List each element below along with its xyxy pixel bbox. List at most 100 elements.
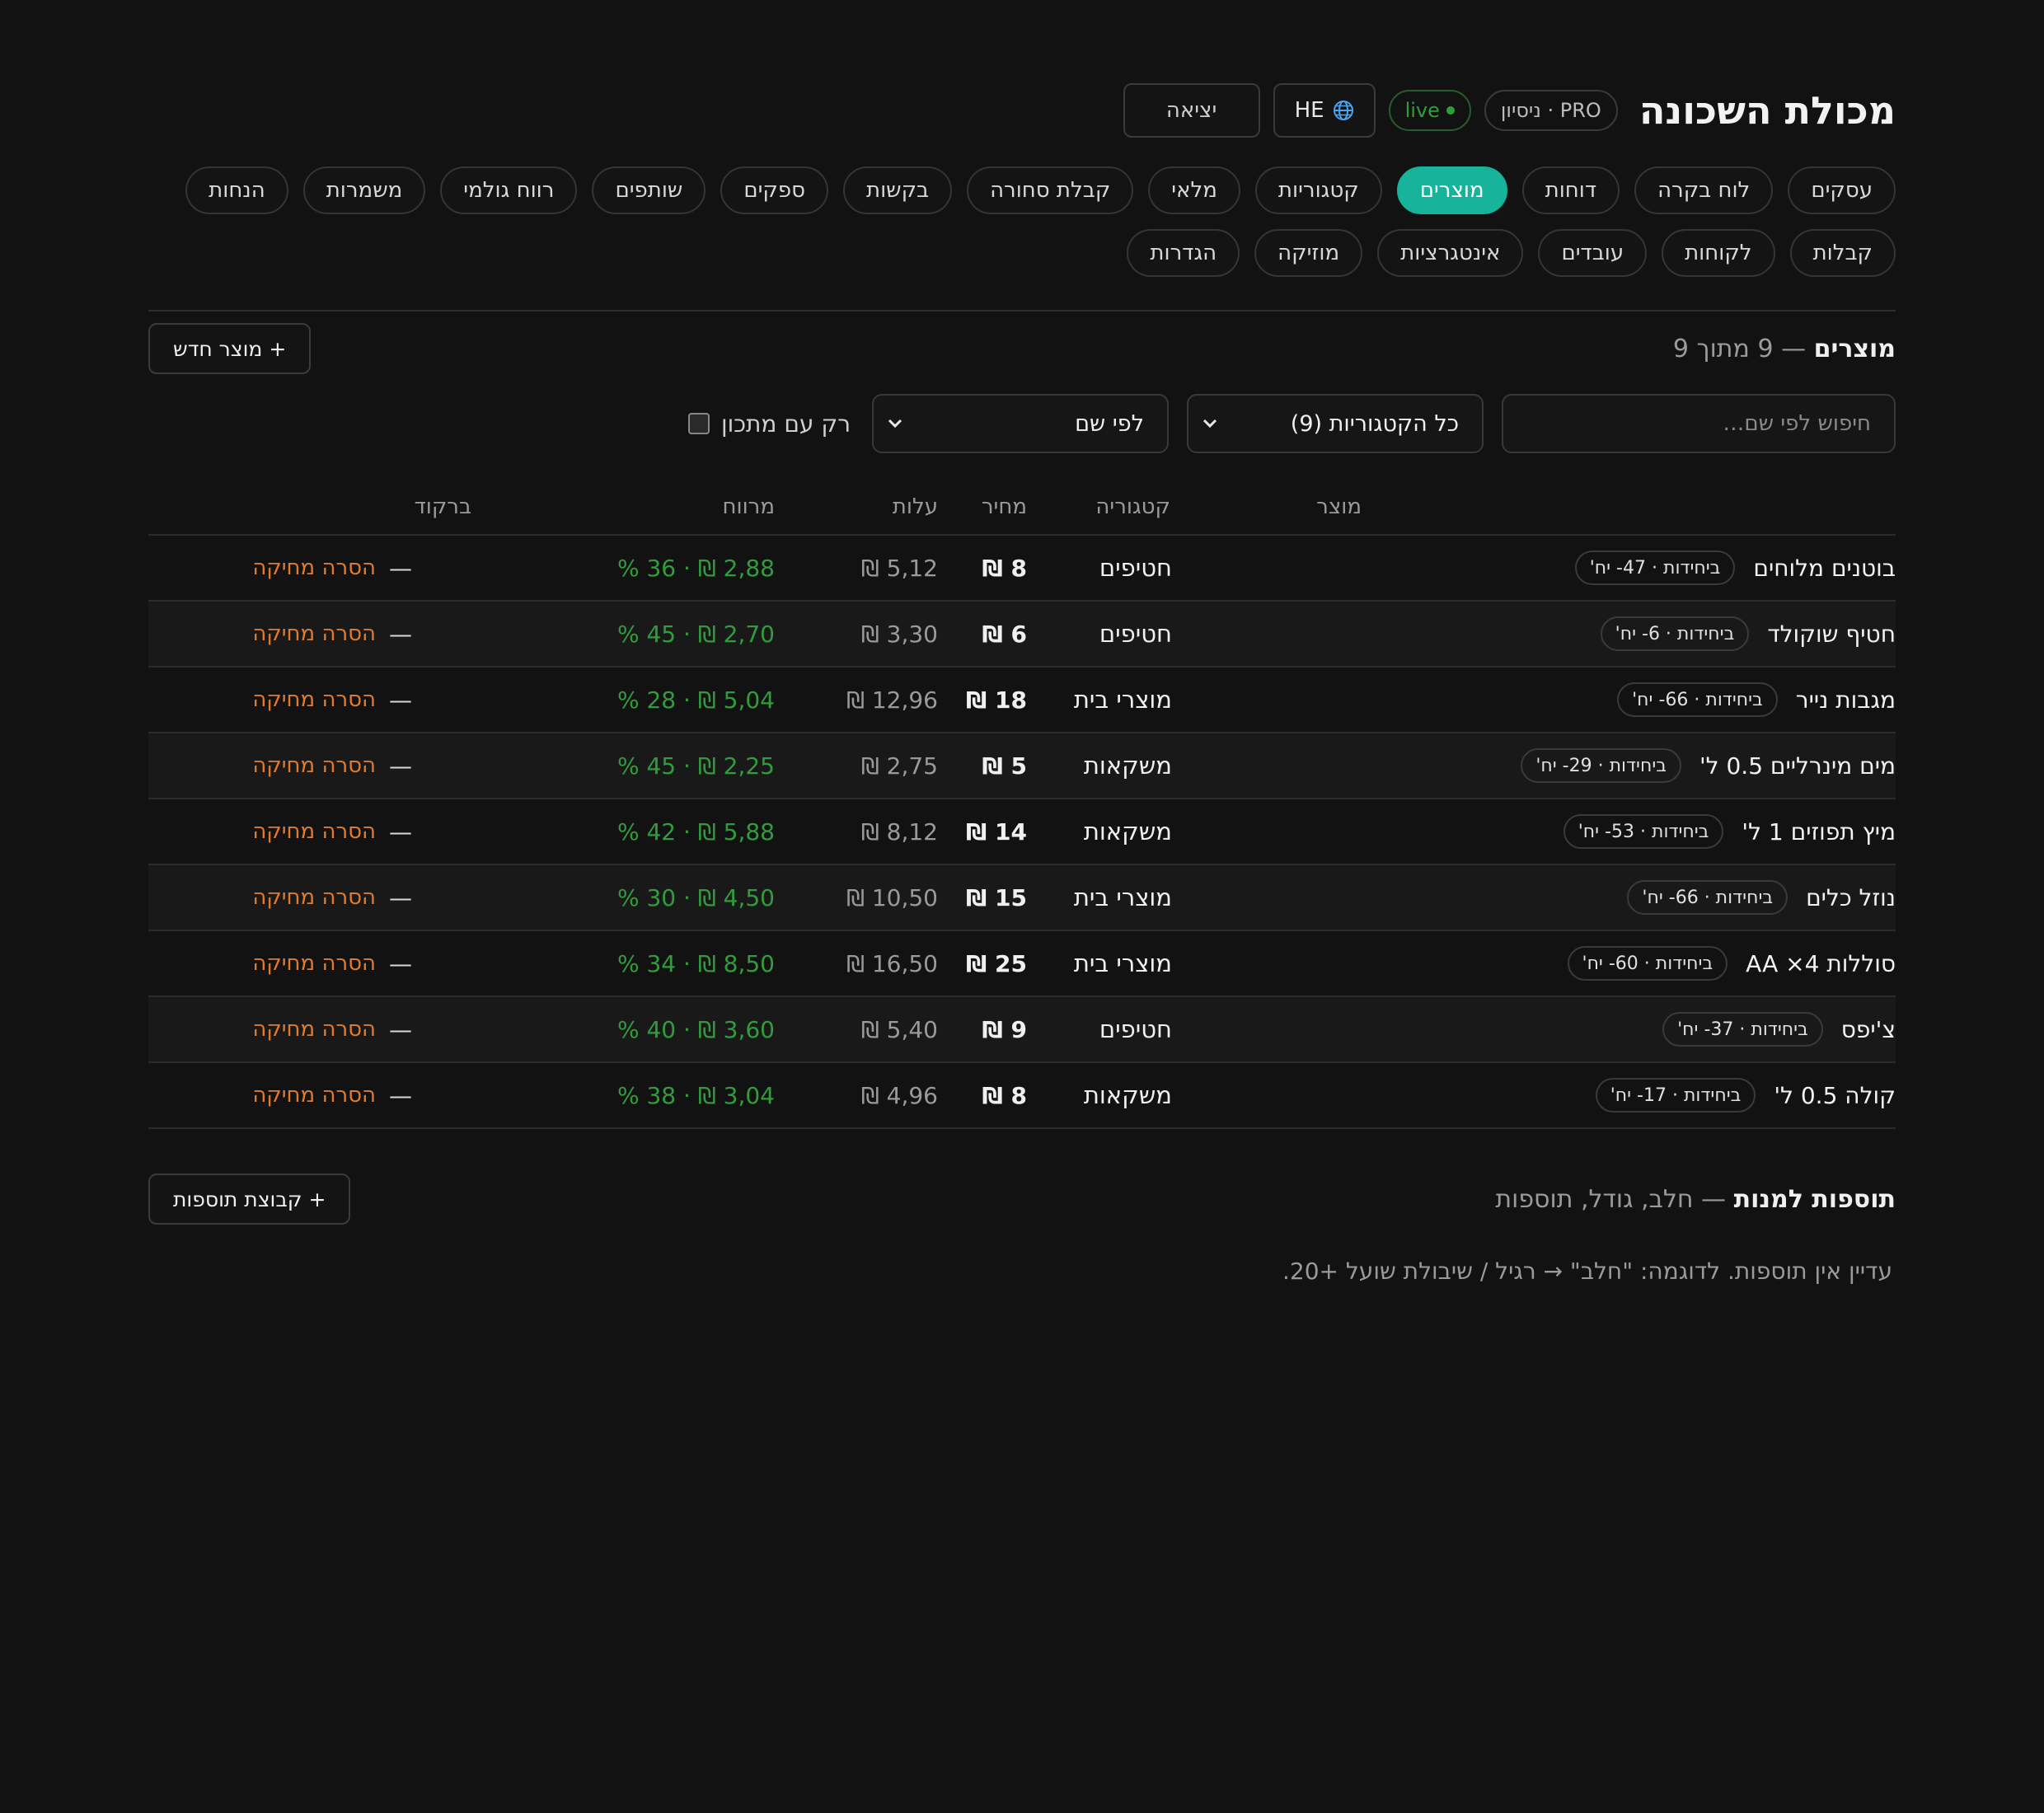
remove-delete-link[interactable]: הסרה מחיקה — [252, 799, 376, 864]
remove-delete-link[interactable]: הסרה מחיקה — [252, 733, 376, 798]
only-recipe-filter[interactable]: רק עם מתכון — [687, 410, 851, 438]
nav-item[interactable]: ספקים — [720, 166, 828, 214]
new-addon-group-button[interactable]: + קבוצת תוספות — [148, 1174, 351, 1225]
product-name-cell: מיץ תפוזים 1 ל' ביחידות · 53- יח' — [1563, 799, 1896, 864]
category-cell: משקאות — [1083, 752, 1172, 780]
new-product-button[interactable]: + מוצר חדש — [148, 323, 312, 374]
cost-cell: 12,96 ₪ — [846, 686, 938, 714]
language-label: HE — [1294, 98, 1324, 123]
remove-delete-link[interactable]: הסרה מחיקה — [252, 602, 376, 666]
products-filters: כל הקטגוריות (9) לפי שם רק עם מתכון — [687, 394, 1896, 453]
search-input[interactable] — [1525, 410, 1873, 437]
product-name: חטיף שוקולד — [1767, 620, 1896, 648]
remove-delete-link[interactable]: הסרה מחיקה — [252, 997, 376, 1061]
products-count: — 9 מתוך 9 — [1672, 334, 1807, 363]
cost-cell: 2,75 ₪ — [860, 752, 938, 780]
chevron-down-icon — [887, 418, 903, 429]
table-row[interactable]: חטיף שוקולד ביחידות · 6- יח' חטיפים 6 ₪ 3,30… — [148, 602, 1896, 668]
nav-item[interactable]: לקוחות — [1662, 229, 1775, 277]
nav-item[interactable]: עובדים — [1538, 229, 1648, 277]
products-title: מוצרים — [1813, 334, 1896, 363]
price-cell: 8 ₪ — [982, 554, 1027, 582]
product-name-cell: נוזל כלים ביחידות · 66- יח' — [1627, 865, 1896, 930]
unit-badge: ביחידות · 66- יח' — [1617, 682, 1778, 717]
product-name: סוללות AA ×4 — [1746, 949, 1896, 977]
column-header-barcode: ברקוד — [414, 494, 471, 519]
remove-delete-link[interactable]: הסרה מחיקה — [252, 931, 376, 996]
nav-item[interactable]: מוזיקה — [1254, 229, 1363, 277]
sort-select[interactable]: לפי שם — [872, 394, 1169, 453]
globe-icon — [1333, 100, 1354, 121]
column-header-product: מוצר — [1316, 494, 1362, 519]
remove-delete-label: הסרה מחיקה — [252, 621, 376, 646]
category-select[interactable]: כל הקטגוריות (9) — [1187, 394, 1484, 453]
remove-delete-link[interactable]: הסרה מחיקה — [252, 536, 376, 600]
margin-cell: 2,70 ₪ · 45 % — [616, 620, 775, 648]
table-row[interactable]: מים מינרליים 0.5 ל' ביחידות · 29- יח' משקא… — [148, 733, 1896, 799]
nav-item[interactable]: בקשות — [842, 166, 953, 214]
nav-item[interactable]: מלאי — [1148, 166, 1240, 214]
nav-item[interactable]: הגדרות — [1127, 229, 1240, 277]
category-cell: חטיפים — [1099, 620, 1172, 648]
nav-item[interactable]: קבלת סחורה — [967, 166, 1134, 214]
table-body: בוטנים מלוחים ביחידות · 47- יח' חטיפים 8 ₪ 5… — [148, 536, 1896, 1129]
only-recipe-checkbox[interactable] — [687, 413, 710, 434]
product-name: צ'יפס — [1840, 1015, 1896, 1043]
column-header-margin: מרווח — [722, 494, 776, 519]
table-row[interactable]: צ'יפס ביחידות · 37- יח' חטיפים 9 ₪ 5,40 ₪ 3,6… — [148, 997, 1896, 1063]
category-cell: מוצרי בית — [1073, 883, 1172, 911]
barcode-cell: — — [389, 686, 412, 714]
table-row[interactable]: נוזל כלים ביחידות · 66- יח' מוצרי בית 15 ₪ 1… — [148, 865, 1896, 931]
search-field[interactable] — [1502, 394, 1896, 453]
remove-delete-label: הסרה מחיקה — [252, 885, 376, 910]
table-row[interactable]: סוללות AA ×4 ביחידות · 60- יח' מוצרי בית 25… — [148, 931, 1896, 997]
remove-delete-link[interactable]: הסרה מחיקה — [252, 668, 376, 732]
nav-item[interactable]: קטגוריות — [1254, 166, 1382, 214]
remove-delete-link[interactable]: הסרה מחיקה — [252, 865, 376, 930]
unit-badge: ביחידות · 6- יח' — [1600, 616, 1750, 651]
main-nav: עסקים לוח בקרה דוחות מוצרים קטגוריות מלאי קבלת… — [148, 166, 1896, 277]
nav-item[interactable]: שותפים — [592, 166, 706, 214]
live-status-badge: live — [1388, 90, 1471, 131]
nav-item[interactable]: לוח בקרה — [1634, 166, 1774, 214]
nav-item[interactable]: קבלות — [1789, 229, 1896, 277]
barcode-cell: — — [389, 554, 412, 582]
barcode-cell: — — [389, 1081, 412, 1109]
nav-item[interactable]: אינטגרציות — [1377, 229, 1524, 277]
table-row[interactable]: מגבות נייר ביחידות · 66- יח' מוצרי בית 18 ₪… — [148, 668, 1896, 733]
logout-button[interactable]: יציאה — [1123, 83, 1260, 138]
cost-cell: 8,12 ₪ — [860, 817, 938, 846]
product-name: בוטנים מלוחים — [1753, 554, 1896, 582]
price-cell: 6 ₪ — [982, 620, 1027, 648]
cost-cell: 4,96 ₪ — [860, 1081, 938, 1109]
app-title: מכולת השכונה — [1638, 88, 1896, 133]
nav-item[interactable]: עסקים — [1788, 166, 1896, 214]
barcode-cell: — — [389, 883, 412, 911]
barcode-cell: — — [389, 752, 412, 780]
price-cell: 18 ₪ — [965, 686, 1027, 714]
nav-item[interactable]: הנחות — [185, 166, 288, 214]
language-button[interactable]: HE — [1273, 83, 1376, 138]
table-row[interactable]: מיץ תפוזים 1 ל' ביחידות · 53- יח' משקאות 14… — [148, 799, 1896, 865]
remove-delete-link[interactable]: הסרה מחיקה — [252, 1063, 376, 1127]
category-cell: חטיפים — [1099, 554, 1172, 582]
nav-item[interactable]: מוצרים — [1396, 166, 1507, 214]
remove-delete-label: הסרה מחיקה — [252, 1017, 376, 1042]
product-name: מים מינרליים 0.5 ל' — [1699, 752, 1896, 780]
remove-delete-label: הסרה מחיקה — [252, 555, 376, 580]
remove-delete-label: הסרה מחיקה — [252, 687, 376, 712]
nav-item[interactable]: רווח גולמי — [440, 166, 578, 214]
barcode-cell: — — [389, 817, 412, 846]
category-cell: משקאות — [1083, 1081, 1172, 1109]
table-row[interactable]: בוטנים מלוחים ביחידות · 47- יח' חטיפים 8 ₪ 5… — [148, 536, 1896, 602]
addons-title: תוספות למנות — [1733, 1184, 1896, 1214]
nav-item[interactable]: משמרות — [302, 166, 426, 214]
table-row[interactable]: קולה 0.5 ל' ביחידות · 17- יח' משקאות 8 ₪ 4,9… — [148, 1063, 1896, 1129]
nav-item[interactable]: דוחות — [1521, 166, 1620, 214]
margin-cell: 2,25 ₪ · 45 % — [616, 752, 775, 780]
live-label: live — [1404, 99, 1440, 122]
barcode-cell: — — [389, 949, 412, 977]
category-cell: משקאות — [1083, 817, 1172, 846]
product-name-cell: קולה 0.5 ל' ביחידות · 17- יח' — [1595, 1063, 1896, 1127]
unit-badge: ביחידות · 47- יח' — [1574, 550, 1736, 585]
